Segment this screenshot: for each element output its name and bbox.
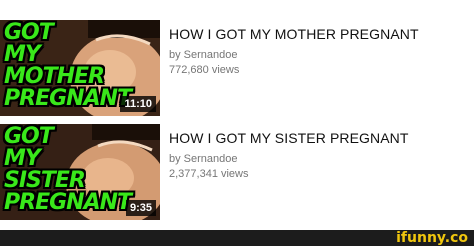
ifunny-watermark: ifunny.co — [396, 230, 468, 246]
thumbnail-caption-line: GOT MY — [4, 20, 54, 67]
video-info: HOW I GOT MY MOTHER PREGNANT by Sernando… — [169, 26, 469, 78]
thumbnail-caption-line: PREGNANT — [4, 190, 132, 215]
video-info: HOW I GOT MY SISTER PREGNANT by Sernando… — [169, 130, 469, 182]
video-duration: 9:35 — [125, 200, 156, 216]
video-channel[interactable]: by Sernandoe — [169, 152, 469, 167]
video-thumbnail[interactable]: GOT MY SISTER PREGNANT 9:35 — [0, 124, 160, 220]
video-channel[interactable]: by Sernandoe — [169, 48, 469, 63]
thumbnail-caption-line: GOT MY — [4, 124, 54, 171]
thumbnail-caption-line: PREGNANT — [4, 86, 132, 111]
video-result-2[interactable]: GOT MY SISTER PREGNANT 9:35 HOW I GOT MY… — [0, 124, 474, 222]
video-views: 2,377,341 views — [169, 168, 249, 180]
video-views: 772,680 views — [169, 64, 240, 76]
video-title[interactable]: HOW I GOT MY SISTER PREGNANT — [169, 130, 469, 146]
thumbnail-caption: GOT MY SISTER PREGNANT — [4, 124, 132, 215]
thumbnail-caption-line: SISTER — [4, 168, 86, 193]
thumbnail-caption-line: MOTHER — [4, 64, 105, 89]
video-thumbnail[interactable]: GOT MY MOTHER PREGNANT 11:10 — [0, 20, 160, 116]
video-result-1[interactable]: GOT MY MOTHER PREGNANT 11:10 HOW I GOT M… — [0, 20, 474, 118]
thumbnail-caption: GOT MY MOTHER PREGNANT — [4, 20, 132, 111]
video-title[interactable]: HOW I GOT MY MOTHER PREGNANT — [169, 26, 469, 42]
footer-bar: ifunny.co — [0, 230, 474, 246]
video-duration: 11:10 — [120, 96, 156, 112]
